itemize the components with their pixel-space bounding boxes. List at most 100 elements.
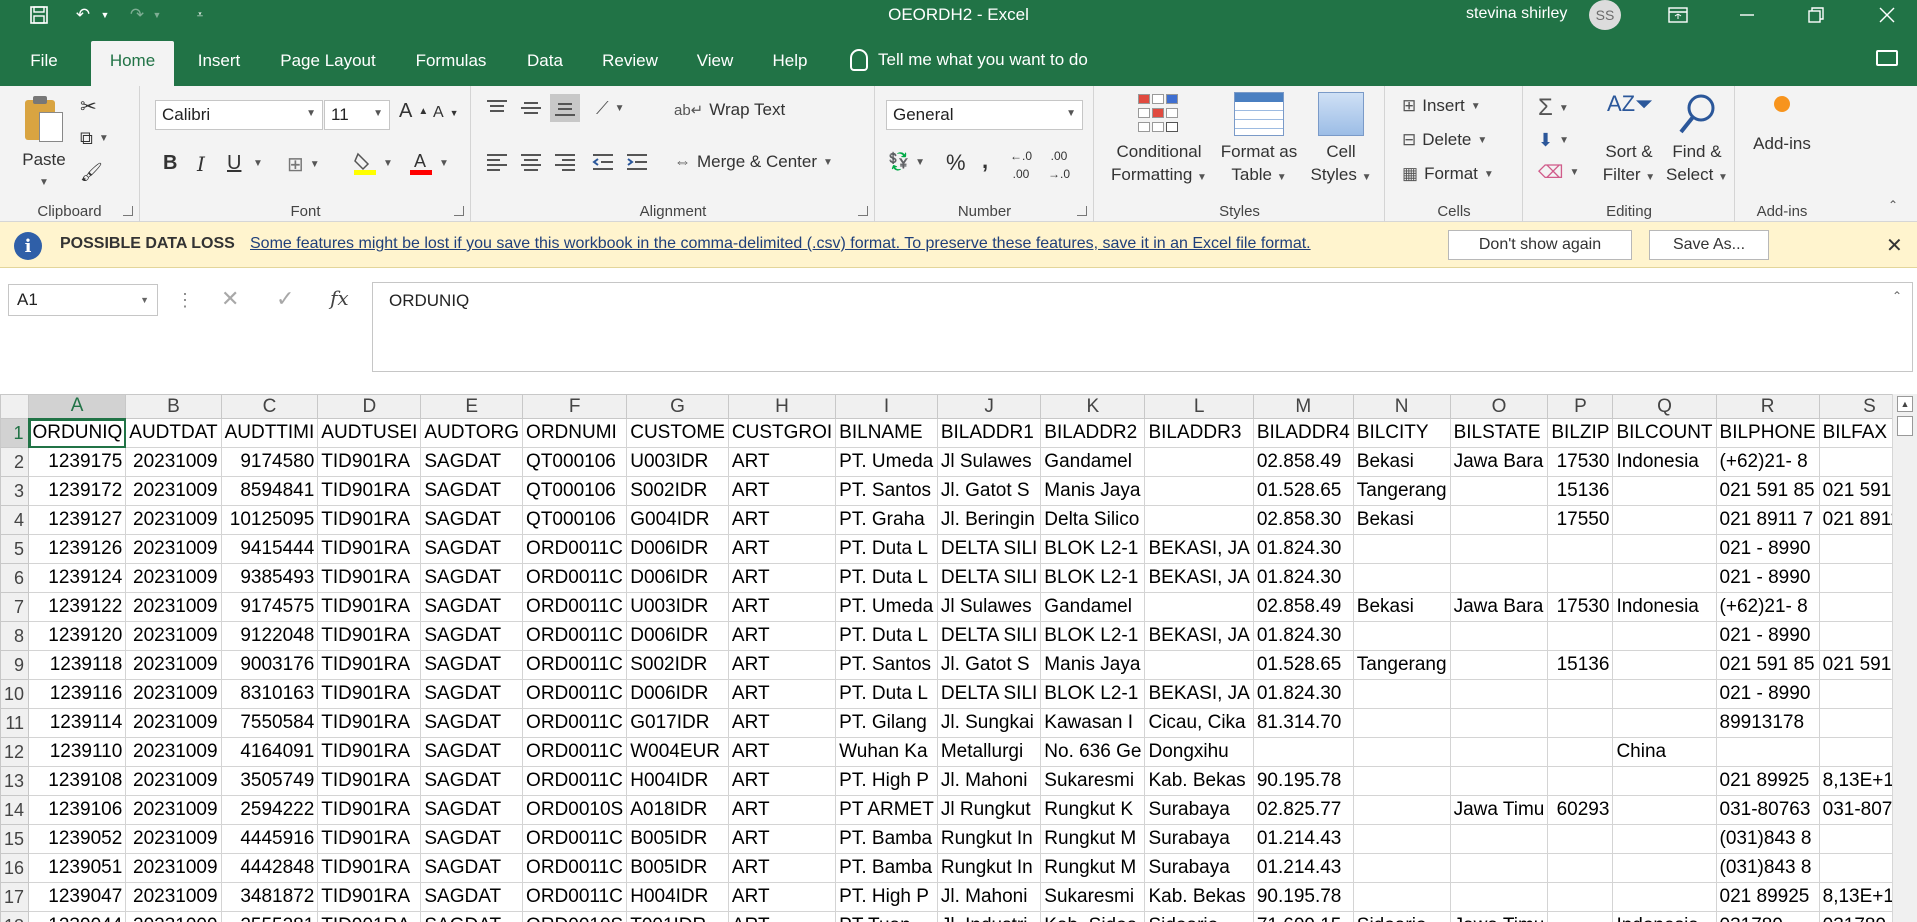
cell-n1[interactable]: BILCITY [1352,418,1451,448]
cell-p10[interactable] [1547,679,1614,709]
cell-f8[interactable]: ORD0011C [522,621,628,651]
row-header[interactable]: 10 [0,679,30,709]
row-header[interactable]: 14 [0,795,30,825]
underline-button[interactable]: U [227,152,241,175]
row-header[interactable]: 9 [0,650,30,680]
cell-k4[interactable]: Delta Silico [1040,505,1146,535]
cell-a6[interactable]: 1239124 [28,563,127,593]
cell-e8[interactable]: SAGDAT [420,621,524,651]
number-format-combo[interactable]: General ▼ [886,100,1083,130]
cell-r11[interactable]: 89913178 [1715,708,1820,738]
cell-n17[interactable] [1352,882,1451,912]
cell-c7[interactable]: 9174575 [220,592,319,622]
cell-l17[interactable]: Kab. Bekas [1144,882,1254,912]
top-align-icon[interactable] [486,98,508,118]
cell-i3[interactable]: PT. Santos [835,476,938,506]
cell-f4[interactable]: QT000106 [522,505,628,535]
column-header-d[interactable]: D [317,394,422,419]
row-header[interactable]: 13 [0,766,30,796]
cell-j9[interactable]: Jl. Gatot S [936,650,1042,680]
cell-d8[interactable]: TID901RA [317,621,422,651]
tab-file[interactable]: File [18,41,70,86]
cell-r10[interactable]: 021 - 8990 [1715,679,1820,709]
row-header[interactable]: 8 [0,621,30,651]
cell-h2[interactable]: ART [727,447,837,477]
cell-r5[interactable]: 021 - 8990 [1715,534,1820,564]
cell-p13[interactable] [1547,766,1614,796]
row-header[interactable]: 4 [0,505,30,535]
cell-q8[interactable] [1612,621,1717,651]
percent-style-button[interactable]: % [946,150,966,176]
cell-e10[interactable]: SAGDAT [420,679,524,709]
cell-n9[interactable]: Tangerang [1352,650,1451,680]
cell-h6[interactable]: ART [727,563,837,593]
cell-a16[interactable]: 1239051 [28,853,127,883]
tab-help[interactable]: Help [764,41,816,86]
cell-k11[interactable]: Kawasan I [1040,708,1146,738]
cancel-icon[interactable]: ✕ [221,286,239,312]
cell-q10[interactable] [1612,679,1717,709]
cell-l4[interactable] [1144,505,1254,535]
cell-l12[interactable]: Dongxihu [1144,737,1254,767]
cell-o8[interactable] [1449,621,1549,651]
cell-g9[interactable]: S002IDR [626,650,729,680]
cell-e13[interactable]: SAGDAT [420,766,524,796]
cell-s3[interactable]: 021 59121 [1818,476,1892,506]
decrease-indent-icon[interactable] [592,152,614,172]
column-header-g[interactable]: G [626,394,729,419]
format-as-table-button[interactable]: Format as Table ▼ [1217,92,1301,189]
cell-n10[interactable] [1352,679,1451,709]
cell-p11[interactable] [1547,708,1614,738]
cell-r13[interactable]: 021 89925 [1715,766,1820,796]
cell-p16[interactable] [1547,853,1614,883]
user-name[interactable]: stevina shirley [1466,5,1567,23]
paste-button[interactable]: Paste ▼ [14,94,74,194]
cell-d5[interactable]: TID901RA [317,534,422,564]
cell-l1[interactable]: BILADDR3 [1144,418,1254,448]
tab-formulas[interactable]: Formulas [407,41,495,86]
cell-k17[interactable]: Sukaresmi [1040,882,1146,912]
decrease-decimal-icon[interactable]: .00 →.0 [1048,150,1070,180]
cell-g1[interactable]: CUSTOME [626,418,729,448]
column-header-s[interactable]: S [1818,394,1892,419]
cell-r14[interactable]: 031-80763 [1715,795,1820,825]
cell-j3[interactable]: Jl. Gatot S [936,476,1042,506]
enter-icon[interactable]: ✓ [276,286,294,312]
cell-k13[interactable]: Sukaresmi [1040,766,1146,796]
cell-j15[interactable]: Rungkut In [936,824,1042,854]
underline-dropdown-icon[interactable]: ▼ [253,158,263,169]
tab-home[interactable]: Home [91,41,174,86]
font-launcher-icon[interactable] [454,206,464,216]
cell-d11[interactable]: TID901RA [317,708,422,738]
tab-page-layout[interactable]: Page Layout [272,41,384,86]
cell-d17[interactable]: TID901RA [317,882,422,912]
cell-k16[interactable]: Rungkut M [1040,853,1146,883]
cell-b7[interactable]: 20231009 [125,592,222,622]
cell-q5[interactable] [1612,534,1717,564]
fill-color-icon[interactable]: ▼ [353,150,393,176]
cell-r18[interactable]: 031789 [1715,911,1820,922]
cell-p9[interactable]: 15136 [1547,650,1614,680]
cell-i1[interactable]: BILNAME [835,418,938,448]
cell-c18[interactable]: 2555281 [220,911,319,922]
cell-n4[interactable]: Bekasi [1352,505,1451,535]
row-header[interactable]: 2 [0,447,30,477]
cell-h9[interactable]: ART [727,650,837,680]
cell-c14[interactable]: 2594222 [220,795,319,825]
row-header[interactable]: 12 [0,737,30,767]
cell-i9[interactable]: PT. Santos [835,650,938,680]
cell-o9[interactable] [1449,650,1549,680]
cell-g10[interactable]: D006IDR [626,679,729,709]
cell-h5[interactable]: ART [727,534,837,564]
column-header-q[interactable]: Q [1612,394,1717,419]
cell-c13[interactable]: 3505749 [220,766,319,796]
cell-b16[interactable]: 20231009 [125,853,222,883]
cell-q3[interactable] [1612,476,1717,506]
cell-j14[interactable]: Jl Rungkut [936,795,1042,825]
cell-s13[interactable]: 8,13E+10 [1818,766,1892,796]
cell-f1[interactable]: ORDNUMI [522,418,628,448]
column-header-l[interactable]: L [1144,394,1254,419]
cell-l14[interactable]: Surabaya [1144,795,1254,825]
spreadsheet-grid[interactable]: ABCDEFGHIJKLMNOPQRST 1ORDUNIQAUDTDATAUDT… [0,394,1892,922]
cell-c10[interactable]: 8310163 [220,679,319,709]
